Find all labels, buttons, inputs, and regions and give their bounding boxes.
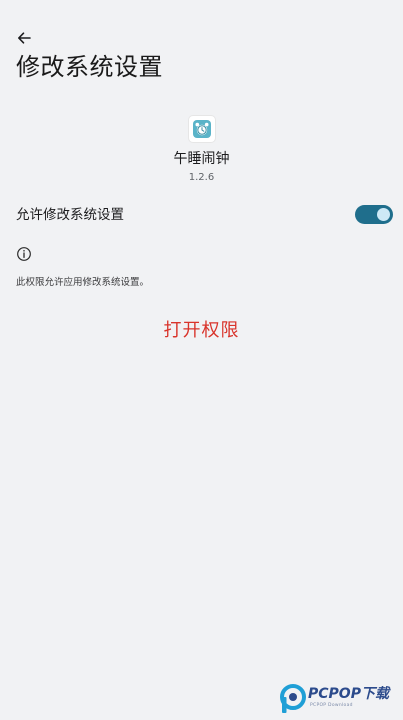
watermark: PCPOP下载 PCPOP Download <box>280 682 400 716</box>
app-info: 午睡闹钟 1.2.6 <box>0 116 403 185</box>
info-icon <box>17 247 31 261</box>
arrow-back-icon <box>18 32 31 44</box>
allow-modify-settings-label: 允许修改系统设置 <box>16 207 124 223</box>
back-button[interactable] <box>10 26 38 50</box>
pcpop-logo-icon <box>280 684 306 713</box>
allow-modify-settings-switch[interactable] <box>355 205 393 224</box>
permission-description: 此权限允许应用修改系统设置。 <box>16 277 150 288</box>
watermark-brand: PCPOP下载 <box>308 686 389 702</box>
alarm-clock-icon <box>192 120 211 138</box>
allow-modify-settings-row[interactable]: 允许修改系统设置 <box>0 198 403 232</box>
app-icon <box>188 116 215 142</box>
open-permission-button[interactable]: 打开权限 <box>0 318 403 344</box>
app-name: 午睡闹钟 <box>173 151 230 167</box>
switch-thumb <box>377 208 390 221</box>
watermark-subtitle: PCPOP Download <box>310 703 353 708</box>
app-version: 1.2.6 <box>188 172 215 183</box>
page-title: 修改系统设置 <box>16 53 163 81</box>
